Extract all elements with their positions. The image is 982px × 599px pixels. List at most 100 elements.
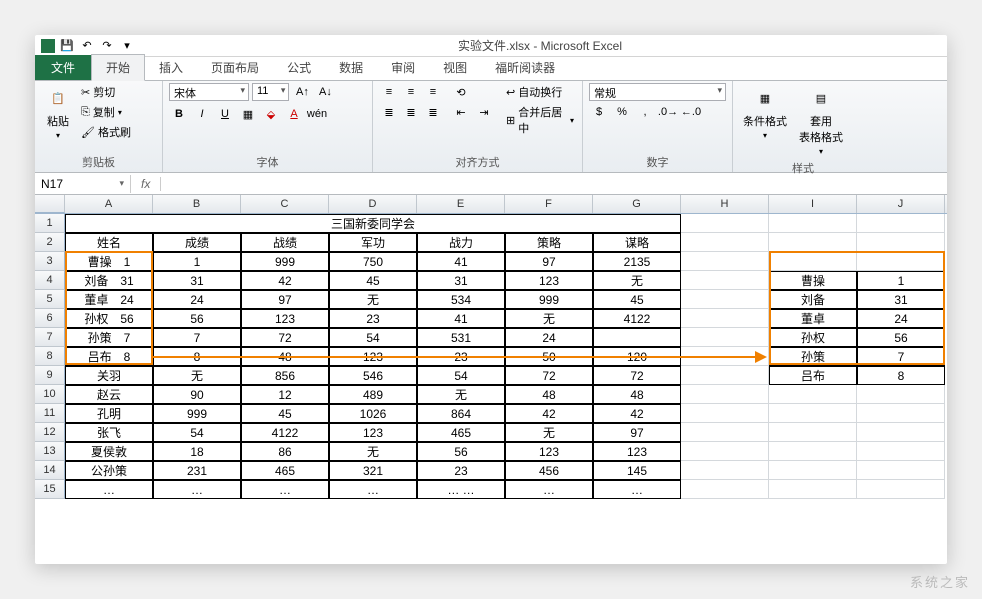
row-header[interactable]: 4 [35,271,65,290]
shrink-font-button[interactable]: A↓ [315,83,335,101]
data-cell[interactable]: 72 [241,328,329,347]
align-top-button[interactable]: ≡ [379,83,399,101]
data-cell[interactable]: 12 [241,385,329,404]
tab-file[interactable]: 文件 [35,55,91,80]
cell[interactable] [857,423,945,442]
border-button[interactable]: ▦ [238,105,258,123]
data-cell[interactable]: … [241,480,329,499]
data-cell[interactable]: 56 [153,309,241,328]
col-header[interactable]: D [329,195,417,213]
data-cell[interactable]: 999 [241,252,329,271]
data-cell[interactable]: 42 [505,404,593,423]
data-cell[interactable]: 531 [417,328,505,347]
side-value-cell[interactable]: 1 [857,271,945,290]
data-cell[interactable]: 489 [329,385,417,404]
name-cell[interactable]: 曹操 1 [65,252,153,271]
header-cell[interactable]: 谋略 [593,233,681,252]
comma-button[interactable]: , [635,103,655,121]
data-cell[interactable]: 465 [241,461,329,480]
qat-dropdown[interactable]: ▾ [119,38,135,54]
cell[interactable] [857,480,945,499]
align-right-button[interactable]: ≣ [423,103,443,121]
data-cell[interactable]: 321 [329,461,417,480]
fill-color-button[interactable]: ⬙ [261,105,281,123]
name-cell[interactable]: 公孙策 [65,461,153,480]
data-cell[interactable]: 145 [593,461,681,480]
row-header[interactable]: 8 [35,347,65,366]
cell[interactable] [769,385,857,404]
data-cell[interactable]: … [505,480,593,499]
spreadsheet-grid[interactable]: A B C D E F G H I J 1三国新委同学会2姓名成绩战绩军功战力策… [35,195,947,564]
align-left-button[interactable]: ≣ [379,103,399,121]
data-cell[interactable]: … … [417,480,505,499]
row-header[interactable]: 9 [35,366,65,385]
name-cell[interactable]: 孙策 7 [65,328,153,347]
header-cell[interactable]: 战力 [417,233,505,252]
header-cell[interactable]: 策略 [505,233,593,252]
tab-foxit[interactable]: 福昕阅读器 [481,55,569,80]
data-cell[interactable]: 4122 [241,423,329,442]
cell[interactable] [681,366,769,385]
tab-home[interactable]: 开始 [91,54,145,81]
italic-button[interactable]: I [192,105,212,123]
data-cell[interactable]: 45 [329,271,417,290]
side-name-cell[interactable]: 曹操 [769,271,857,290]
name-cell[interactable]: 张飞 [65,423,153,442]
cell[interactable] [769,461,857,480]
data-cell[interactable]: 864 [417,404,505,423]
tab-data[interactable]: 数据 [325,55,377,80]
data-cell[interactable]: 56 [417,442,505,461]
name-cell[interactable]: 刘备 31 [65,271,153,290]
bold-button[interactable]: B [169,105,189,123]
row-header[interactable]: 14 [35,461,65,480]
cell[interactable] [769,442,857,461]
data-cell[interactable]: 48 [593,385,681,404]
formula-input[interactable] [161,182,947,186]
data-cell[interactable]: 45 [241,404,329,423]
indent-inc-button[interactable]: ⇥ [474,103,494,121]
side-name-cell[interactable]: 孙权 [769,328,857,347]
cell[interactable] [681,480,769,499]
side-value-cell[interactable]: 24 [857,309,945,328]
side-value-cell[interactable]: 8 [857,366,945,385]
name-cell[interactable]: 孙权 56 [65,309,153,328]
cell[interactable] [857,214,945,233]
row-header[interactable]: 11 [35,404,65,423]
row-header[interactable]: 1 [35,214,65,233]
data-cell[interactable]: 856 [241,366,329,385]
decimal-inc-button[interactable]: .0→ [658,103,678,121]
data-cell[interactable]: 45 [593,290,681,309]
redo-button[interactable]: ↷ [99,38,115,54]
data-cell[interactable]: 97 [505,252,593,271]
cell[interactable] [769,404,857,423]
wrap-text-button[interactable]: ↩自动换行 [504,83,576,101]
data-cell[interactable]: 54 [417,366,505,385]
row-header[interactable]: 15 [35,480,65,499]
fx-button[interactable]: fx [131,177,161,191]
cell[interactable] [769,252,857,271]
header-cell[interactable]: 战绩 [241,233,329,252]
data-cell[interactable]: 48 [505,385,593,404]
font-size-select[interactable]: 11 [252,83,289,101]
name-cell[interactable]: 赵云 [65,385,153,404]
align-bottom-button[interactable]: ≡ [423,83,443,101]
data-cell[interactable]: 2135 [593,252,681,271]
data-cell[interactable]: 123 [505,442,593,461]
phonetic-button[interactable]: wén [307,105,327,123]
data-cell[interactable]: 31 [153,271,241,290]
tab-view[interactable]: 视图 [429,55,481,80]
name-cell[interactable]: 吕布 8 [65,347,153,366]
data-cell[interactable]: 42 [241,271,329,290]
data-cell[interactable]: 123 [241,309,329,328]
data-cell[interactable]: 456 [505,461,593,480]
name-cell[interactable]: 孔明 [65,404,153,423]
cell[interactable] [769,233,857,252]
data-cell[interactable]: 1026 [329,404,417,423]
data-cell[interactable]: 7 [153,328,241,347]
side-name-cell[interactable]: 刘备 [769,290,857,309]
font-color-button[interactable]: A [284,105,304,123]
data-cell[interactable]: 54 [153,423,241,442]
cell[interactable] [681,252,769,271]
data-cell[interactable]: 123 [505,271,593,290]
data-cell[interactable]: 97 [593,423,681,442]
